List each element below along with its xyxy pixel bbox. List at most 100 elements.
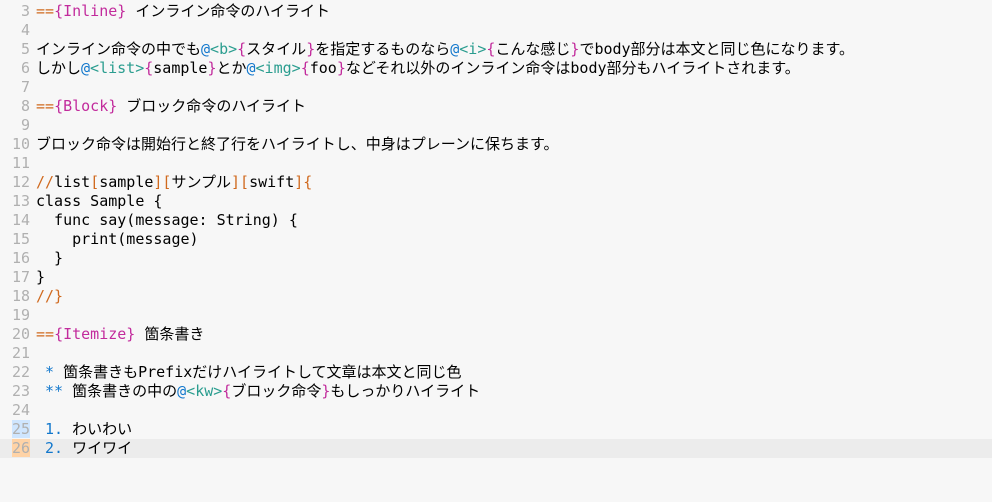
token-plain: swift	[249, 173, 294, 191]
line-number: 12	[0, 173, 34, 192]
token-plain: インライン命令のハイライト	[126, 2, 330, 20]
code-line[interactable]: 4	[0, 21, 992, 40]
code-content[interactable]: class Sample {	[34, 192, 992, 211]
token-plain: }	[36, 249, 63, 267]
token-or: //	[36, 173, 54, 191]
token-bl: *	[45, 363, 54, 381]
line-number: 8	[0, 97, 34, 116]
code-line[interactable]: 23 ** 箇条書きの中の@<kw>{ブロック命令}もしっかりハイライト	[0, 382, 992, 401]
code-content[interactable]: =={Block} ブロック命令のハイライト	[34, 97, 992, 116]
code-line[interactable]: 25 1. わいわい	[0, 420, 992, 439]
code-content[interactable]	[34, 21, 992, 40]
code-line[interactable]: 7	[0, 78, 992, 97]
code-content[interactable]: 1. わいわい	[34, 420, 992, 439]
line-number: 24	[0, 401, 34, 420]
code-content[interactable]	[34, 154, 992, 173]
code-content[interactable]: =={Itemize} 箇条書き	[34, 325, 992, 344]
code-content[interactable]: * 箇条書きもPrefixだけハイライトして文章は本文と同じ色	[34, 363, 992, 382]
token-bl: @	[177, 382, 186, 400]
line-number: 13	[0, 192, 34, 211]
token-plain: しかし	[36, 59, 81, 77]
code-line[interactable]: 21	[0, 344, 992, 363]
code-line[interactable]: 20=={Itemize} 箇条書き	[0, 325, 992, 344]
code-content[interactable]: print(message)	[34, 230, 992, 249]
code-line[interactable]: 18//}	[0, 287, 992, 306]
token-plain: 箇条書き	[135, 325, 204, 343]
token-plain: こんな感じ	[495, 40, 570, 58]
token-mag: {Inline}	[54, 2, 126, 20]
token-plain: サンプル	[171, 173, 231, 191]
token-mag: {	[237, 40, 246, 58]
code-content[interactable]	[34, 116, 992, 135]
code-content[interactable]	[34, 78, 992, 97]
code-line[interactable]: 13class Sample {	[0, 192, 992, 211]
code-content[interactable]: インライン命令の中でも@<b>{スタイル}を指定するものなら@<i>{こんな感じ…	[34, 40, 992, 59]
code-content[interactable]: 2. ワイワイ	[34, 439, 992, 458]
code-content[interactable]: //list[sample][サンプル][swift]{	[34, 173, 992, 192]
line-number: 4	[0, 21, 34, 40]
token-plain	[36, 420, 45, 438]
token-plain: }	[36, 268, 45, 286]
token-plain: func say(message: String) {	[36, 211, 298, 229]
code-editor[interactable]: 3=={Inline} インライン命令のハイライト4 5インライン命令の中でも@…	[0, 0, 992, 458]
token-or: ==	[36, 2, 54, 20]
token-or: ==	[36, 325, 54, 343]
token-plain: とか	[216, 59, 246, 77]
code-line[interactable]: 26 2. ワイワイ	[0, 439, 992, 458]
code-line[interactable]: 12//list[sample][サンプル][swift]{	[0, 173, 992, 192]
line-number: 7	[0, 78, 34, 97]
line-number: 17	[0, 268, 34, 287]
code-content[interactable]: =={Inline} インライン命令のハイライト	[34, 2, 992, 21]
code-line[interactable]: 6しかし@<list>{sample}とか@<img>{foo}などそれ以外のイ…	[0, 59, 992, 78]
code-line[interactable]: 16 }	[0, 249, 992, 268]
code-line[interactable]: 15 print(message)	[0, 230, 992, 249]
code-content[interactable]: ブロック命令は開始行と終了行をハイライトし、中身はプレーンに保ちます。	[34, 135, 992, 154]
token-plain: ブロック命令は開始行と終了行をハイライトし、中身はプレーンに保ちます。	[36, 135, 558, 153]
code-content[interactable]	[34, 306, 992, 325]
code-content[interactable]: }	[34, 249, 992, 268]
code-line[interactable]: 9	[0, 116, 992, 135]
line-number: 23	[0, 382, 34, 401]
code-line[interactable]: 5インライン命令の中でも@<b>{スタイル}を指定するものなら@<i>{こんな感…	[0, 40, 992, 59]
token-plain: class Sample {	[36, 192, 162, 210]
token-plain: もしっかりハイライト	[330, 382, 480, 400]
code-line[interactable]: 24	[0, 401, 992, 420]
code-content[interactable]: //}	[34, 287, 992, 306]
line-number: 15	[0, 230, 34, 249]
token-bl: @	[247, 59, 256, 77]
token-plain: ワイワイ	[63, 439, 132, 457]
token-tag: <img>	[256, 59, 301, 77]
code-content[interactable]	[34, 401, 992, 420]
code-line[interactable]: 17}	[0, 268, 992, 287]
code-line[interactable]: 19	[0, 306, 992, 325]
token-bl: 1.	[45, 420, 63, 438]
token-mag: {Itemize}	[54, 325, 135, 343]
code-line[interactable]: 10ブロック命令は開始行と終了行をハイライトし、中身はプレーンに保ちます。	[0, 135, 992, 154]
token-plain: foo	[310, 59, 337, 77]
code-content[interactable]: しかし@<list>{sample}とか@<img>{foo}などそれ以外のイン…	[34, 59, 992, 78]
code-content[interactable]: func say(message: String) {	[34, 211, 992, 230]
code-line[interactable]: 22 * 箇条書きもPrefixだけハイライトして文章は本文と同じ色	[0, 363, 992, 382]
token-plain: ブロック命令	[231, 382, 321, 400]
token-plain: インライン命令の中でも	[36, 40, 201, 58]
code-line[interactable]: 11	[0, 154, 992, 173]
code-content[interactable]	[34, 344, 992, 363]
token-plain	[36, 439, 45, 457]
line-number: 26	[0, 439, 34, 458]
code-line[interactable]: 14 func say(message: String) {	[0, 211, 992, 230]
token-or: //}	[36, 287, 63, 305]
token-bl: **	[45, 382, 63, 400]
token-bl: @	[81, 59, 90, 77]
token-mag: }	[306, 40, 315, 58]
code-line[interactable]: 3=={Inline} インライン命令のハイライト	[0, 2, 992, 21]
token-plain: などそれ以外のインライン命令はbody部分もハイライトされます。	[346, 59, 800, 77]
code-content[interactable]: ** 箇条書きの中の@<kw>{ブロック命令}もしっかりハイライト	[34, 382, 992, 401]
token-mag: }	[337, 59, 346, 77]
token-mag: {	[144, 59, 153, 77]
line-number: 6	[0, 59, 34, 78]
token-mag: {Block}	[54, 97, 117, 115]
code-line[interactable]: 8=={Block} ブロック命令のハイライト	[0, 97, 992, 116]
token-bl: @	[201, 40, 210, 58]
code-content[interactable]: }	[34, 268, 992, 287]
token-or: ==	[36, 97, 54, 115]
